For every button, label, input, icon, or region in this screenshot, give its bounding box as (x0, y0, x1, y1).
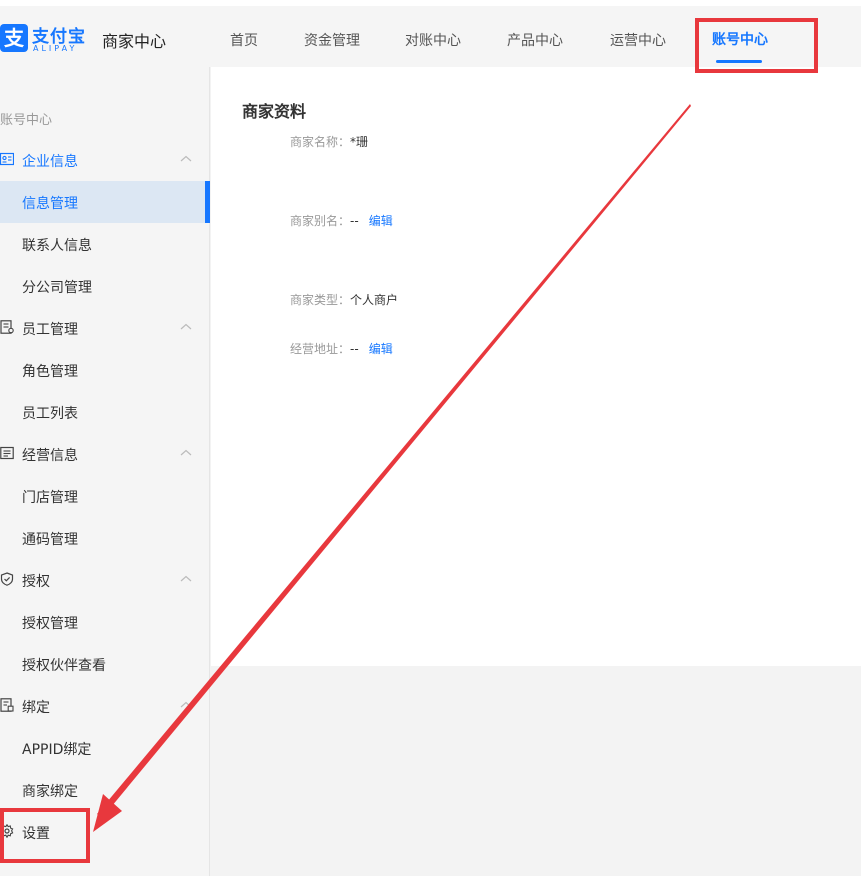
sidebar-item-label: 员工列表 (22, 406, 78, 422)
nav-home[interactable]: 首页 (230, 30, 258, 50)
nav-account-center[interactable]: 账号中心 (712, 29, 768, 49)
sidebar-item-contacts[interactable]: 联系人信息 (0, 223, 210, 265)
chevron-up-icon (180, 575, 192, 582)
chevron-up-icon (180, 449, 192, 456)
sidebar-group-label: 企业信息 (22, 154, 78, 170)
field-merchant-name: 商家名称：*珊 (290, 133, 368, 150)
site-name: 商家中心 (102, 32, 167, 51)
sidebar-item-merchant-binding[interactable]: 商家绑定 (0, 769, 210, 811)
sidebar-item-label: 授权伙伴查看 (22, 658, 106, 674)
nav-operations[interactable]: 运营中心 (610, 30, 666, 50)
field-label: 商家类型： (290, 293, 351, 307)
alipay-logo[interactable]: 支 支付宝 ALIPAY (0, 24, 90, 60)
field-value: 个人商户 (350, 293, 399, 307)
shield-icon (0, 572, 14, 586)
sidebar-item-label: 信息管理 (22, 196, 78, 212)
chevron-up-icon (180, 701, 192, 708)
gear-icon (0, 824, 14, 838)
sidebar-group-business-info[interactable]: 经营信息 (0, 433, 210, 475)
sidebar-item-info-management[interactable]: 信息管理 (0, 181, 210, 223)
sidebar-item-branches[interactable]: 分公司管理 (0, 265, 210, 307)
field-merchant-type: 商家类型：个人商户 (290, 291, 398, 308)
field-business-address: 经营地址：-- 编辑 (290, 340, 393, 357)
sidebar-group-label: 授权 (22, 574, 50, 590)
sidebar-title: 账号中心 (0, 113, 53, 128)
nav-reconciliation[interactable]: 对账中心 (405, 30, 461, 50)
sidebar-item-label: APPID绑定 (22, 742, 92, 758)
field-label: 商家别名： (290, 214, 351, 228)
id-card-icon (0, 152, 14, 166)
sidebar-group-binding[interactable]: 绑定 (0, 685, 210, 727)
sidebar-item-appid-binding[interactable]: APPID绑定 (0, 727, 210, 769)
sidebar-group-label: 经营信息 (22, 448, 78, 464)
sidebar-item-label: 通码管理 (22, 532, 78, 548)
top-navigation-bar: 支 支付宝 ALIPAY 商家中心 首页 资金管理 对账中心 产品中心 运营中心… (0, 0, 861, 67)
sidebar-item-roles[interactable]: 角色管理 (0, 349, 210, 391)
staff-icon (0, 320, 14, 334)
chevron-up-icon (180, 155, 192, 162)
sidebar-item-auth-management[interactable]: 授权管理 (0, 601, 210, 643)
sidebar-item-stores[interactable]: 门店管理 (0, 475, 210, 517)
field-label: 商家名称： (290, 135, 351, 149)
merchant-profile-card: 商家资料 商家名称：*珊 商家别名：-- 编辑 商家类型：个人商户 经营地址：--… (211, 67, 861, 666)
nav-products[interactable]: 产品中心 (507, 30, 563, 50)
logo-subtext: ALIPAY (33, 44, 78, 53)
sidebar-group-label: 设置 (22, 826, 50, 842)
sidebar-item-label: 授权管理 (22, 616, 78, 632)
list-icon (0, 446, 14, 460)
sidebar-item-staff-list[interactable]: 员工列表 (0, 391, 210, 433)
sidebar-group-label: 绑定 (22, 700, 50, 716)
sidebar-item-label: 角色管理 (22, 364, 78, 380)
sidebar-item-codes[interactable]: 通码管理 (0, 517, 210, 559)
field-value: *珊 (350, 135, 369, 149)
nav-funds[interactable]: 资金管理 (304, 30, 360, 50)
edit-alias-link[interactable]: 编辑 (369, 214, 393, 228)
sidebar-group-label: 员工管理 (22, 322, 78, 338)
sidebar-group-staff[interactable]: 员工管理 (0, 307, 210, 349)
sidebar-item-label: 联系人信息 (22, 238, 92, 254)
field-merchant-alias: 商家别名：-- 编辑 (290, 212, 393, 229)
sidebar-group-settings[interactable]: 设置 (0, 811, 210, 853)
field-label: 经营地址： (290, 342, 351, 356)
chevron-up-icon (180, 323, 192, 330)
field-value: -- (350, 342, 359, 356)
sidebar-item-label: 门店管理 (22, 490, 78, 506)
field-value: -- (350, 214, 359, 228)
sidebar-item-label: 分公司管理 (22, 280, 92, 296)
edit-address-link[interactable]: 编辑 (369, 342, 393, 356)
bind-icon (0, 698, 14, 712)
page-title: 商家资料 (242, 102, 307, 121)
alipay-logo-icon: 支 (0, 24, 28, 52)
active-nav-indicator (716, 60, 762, 63)
sidebar-item-label: 商家绑定 (22, 784, 78, 800)
sidebar-group-company-info[interactable]: 企业信息 (0, 139, 210, 181)
sidebar: 账号中心 企业信息 信息管理 联系人信息 分公司管理 员工管理 角色管理 员工列… (0, 67, 210, 876)
sidebar-item-auth-partners[interactable]: 授权伙伴查看 (0, 643, 210, 685)
sidebar-group-authorization[interactable]: 授权 (0, 559, 210, 601)
